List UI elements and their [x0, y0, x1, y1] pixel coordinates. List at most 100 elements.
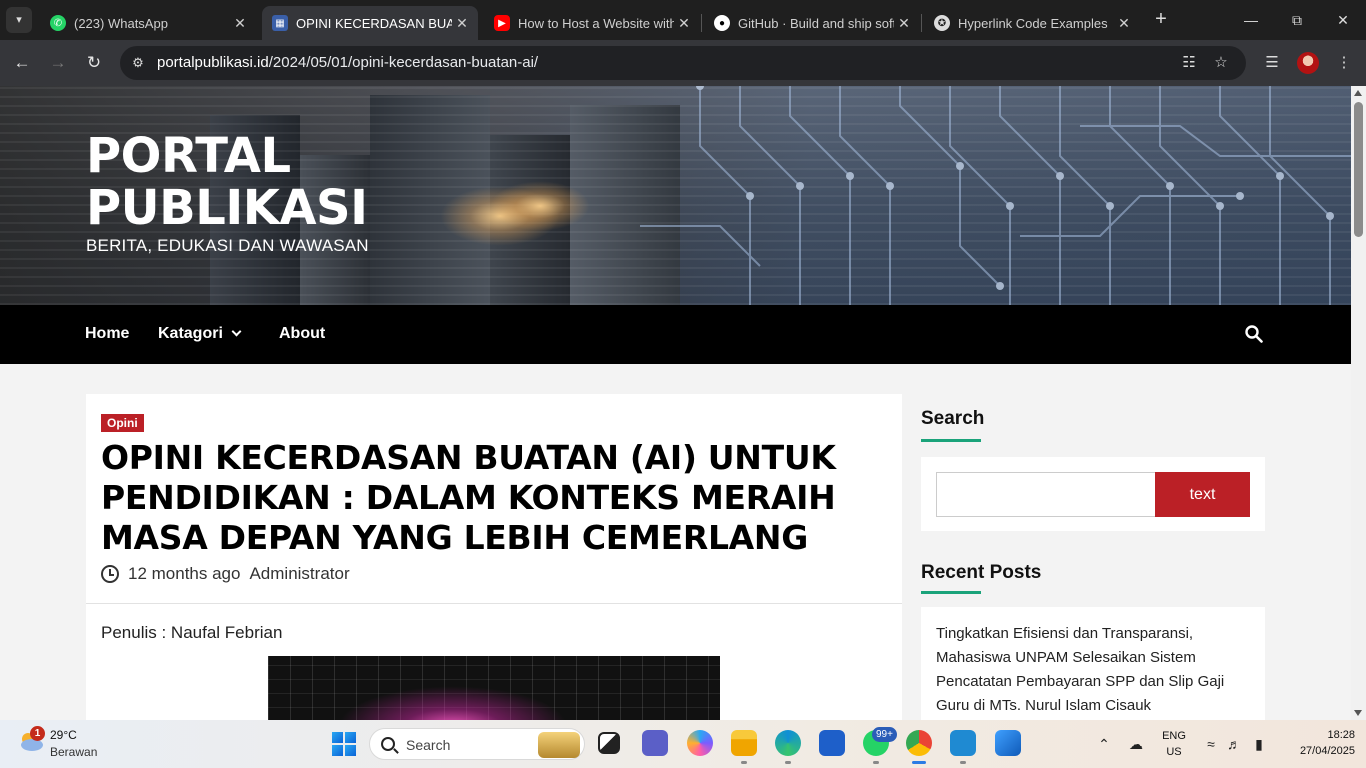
tab-separator: [701, 14, 702, 32]
volume-icon[interactable]: ♬: [1225, 735, 1243, 753]
tab-separator: [921, 14, 922, 32]
tab-opini[interactable]: ▦ OPINI KECERDASAN BUATAN ✕: [262, 6, 478, 40]
tab-title: GitHub · Build and ship softw: [738, 15, 894, 31]
app-active-indicator: [912, 761, 926, 764]
page-scrollbar[interactable]: [1351, 86, 1366, 720]
divider: [86, 603, 902, 604]
edge-icon[interactable]: [775, 730, 801, 756]
sidebar-search-box: text: [921, 457, 1265, 531]
back-button[interactable]: ←: [10, 51, 34, 75]
banner-circuit-pattern: [640, 86, 1351, 305]
tab-title: Hyperlink Code Examples: [958, 15, 1108, 31]
nav-about[interactable]: About: [279, 325, 325, 343]
close-tab-icon[interactable]: ✕: [230, 15, 250, 32]
clock-icon: [101, 565, 119, 583]
tab-search-button[interactable]: ▾: [6, 7, 32, 33]
task-view-icon[interactable]: [598, 732, 620, 754]
site-title[interactable]: PORTAL PUBLIKASI: [86, 130, 486, 234]
article-time[interactable]: 12 months ago: [128, 564, 240, 584]
search-icon[interactable]: [1245, 325, 1263, 343]
scroll-up-arrow[interactable]: [1354, 90, 1362, 96]
heading-underline: [921, 439, 981, 442]
photos-icon[interactable]: [995, 730, 1021, 756]
file-explorer-icon[interactable]: [731, 730, 757, 756]
banner-light: [490, 181, 590, 231]
category-badge[interactable]: Opini: [101, 414, 144, 432]
menu-kebab-icon[interactable]: ⋮: [1332, 51, 1356, 75]
profile-avatar[interactable]: [1297, 52, 1319, 74]
media-control-icon[interactable]: ☰: [1260, 51, 1284, 75]
taskbar-search[interactable]: Search: [369, 728, 585, 760]
site-info-icon[interactable]: ⚙: [128, 53, 148, 73]
battery-icon[interactable]: ▮: [1250, 735, 1268, 753]
tab-strip: ▾ ✆ (223) WhatsApp ✕ ▦ OPINI KECERDASAN …: [0, 0, 1366, 40]
site-favicon-icon: ▦: [272, 15, 288, 31]
teams-icon[interactable]: [642, 730, 668, 756]
tab-youtube[interactable]: ▶ How to Host a Website with ✕: [484, 6, 700, 40]
new-tab-button[interactable]: +: [1150, 8, 1172, 30]
close-tab-icon[interactable]: ✕: [674, 15, 694, 32]
start-button[interactable]: [332, 732, 356, 756]
chevron-up-icon[interactable]: ⌃: [1095, 735, 1113, 753]
restore-button[interactable]: ⧉: [1274, 0, 1320, 40]
bookmark-star-icon[interactable]: ☆: [1211, 53, 1231, 73]
clock-time[interactable]: 18:28: [1305, 729, 1355, 741]
app-running-indicator: [785, 761, 791, 764]
tab-title: How to Host a Website with: [518, 15, 674, 31]
article-card: Opini OPINI KECERDASAN BUATAN (AI) UNTUK…: [86, 394, 902, 720]
search-highlight-image: [538, 732, 580, 758]
copilot-icon[interactable]: [687, 730, 713, 756]
whatsapp-icon: ✆: [50, 15, 66, 31]
app-running-indicator: [741, 761, 747, 764]
weather-description[interactable]: Berawan: [50, 745, 97, 759]
recent-post-link[interactable]: Tingkatkan Efisiensi dan Transparansi, M…: [936, 622, 1246, 718]
whatsapp-badge: 99+: [872, 727, 897, 742]
onedrive-icon[interactable]: ☁: [1127, 735, 1145, 753]
nav-katagori[interactable]: Katagori: [158, 325, 242, 343]
article-meta: 12 months ago Administrator: [101, 564, 350, 584]
url-host: portalpublikasi.id: [157, 54, 269, 71]
app-running-indicator: [873, 761, 879, 764]
tab-title: (223) WhatsApp: [74, 15, 168, 31]
heading-underline: [921, 591, 981, 594]
language-label[interactable]: ENG: [1158, 730, 1190, 742]
vscode-icon[interactable]: [950, 730, 976, 756]
scroll-thumb[interactable]: [1354, 102, 1363, 237]
windows-taskbar: 1 29°C Berawan Search 99+ ⌃ ☁ ENG US ≈ ♬…: [0, 720, 1366, 768]
browser-toolbar: ← → ↻ ⚙ portalpublikasi.id/2024/05/01/op…: [0, 40, 1366, 86]
article-writer: Penulis : Naufal Febrian: [101, 623, 283, 642]
forward-button[interactable]: →: [46, 51, 70, 75]
nav-katagori-label: Katagori: [158, 325, 223, 342]
address-bar[interactable]: ⚙ portalpublikasi.id/2024/05/01/opini-ke…: [120, 46, 1246, 80]
sidebar-search-heading: Search: [921, 408, 985, 429]
article-author[interactable]: Administrator: [249, 564, 349, 584]
openai-icon: ✪: [934, 15, 950, 31]
minimize-button[interactable]: —: [1228, 0, 1274, 40]
url-path: /2024/05/01/opini-kecerdasan-buatan-ai/: [268, 54, 539, 71]
tab-title: OPINI KECERDASAN BUATAN: [296, 15, 452, 31]
clock-date[interactable]: 27/04/2025: [1280, 745, 1355, 757]
tab-hyperlink[interactable]: ✪ Hyperlink Code Examples ✕: [924, 6, 1140, 40]
close-tab-icon[interactable]: ✕: [894, 15, 914, 32]
reload-button[interactable]: ↻: [82, 51, 106, 75]
tab-github[interactable]: ● GitHub · Build and ship softw ✕: [704, 6, 920, 40]
sidebar-search-input[interactable]: [936, 472, 1156, 517]
region-label[interactable]: US: [1158, 746, 1190, 758]
store-icon[interactable]: [819, 730, 845, 756]
close-window-button[interactable]: ✕: [1320, 0, 1366, 40]
scroll-down-arrow[interactable]: [1354, 710, 1362, 716]
close-tab-icon[interactable]: ✕: [452, 15, 472, 32]
close-tab-icon[interactable]: ✕: [1114, 15, 1134, 32]
sidebar-search-button[interactable]: text: [1155, 472, 1250, 517]
search-icon: [381, 737, 395, 751]
nav-home[interactable]: Home: [85, 325, 129, 343]
chrome-icon[interactable]: [906, 730, 932, 756]
tab-whatsapp[interactable]: ✆ (223) WhatsApp ✕: [40, 6, 256, 40]
url-text[interactable]: portalpublikasi.id/2024/05/01/opini-kece…: [157, 54, 538, 71]
weather-temperature[interactable]: 29°C: [50, 728, 77, 742]
youtube-icon: ▶: [494, 15, 510, 31]
translate-icon[interactable]: ☷: [1179, 53, 1199, 73]
wifi-icon[interactable]: ≈: [1202, 735, 1220, 753]
app-running-indicator: [960, 761, 966, 764]
site-tagline: BERITA, EDUKASI DAN WAWASAN: [86, 236, 369, 255]
